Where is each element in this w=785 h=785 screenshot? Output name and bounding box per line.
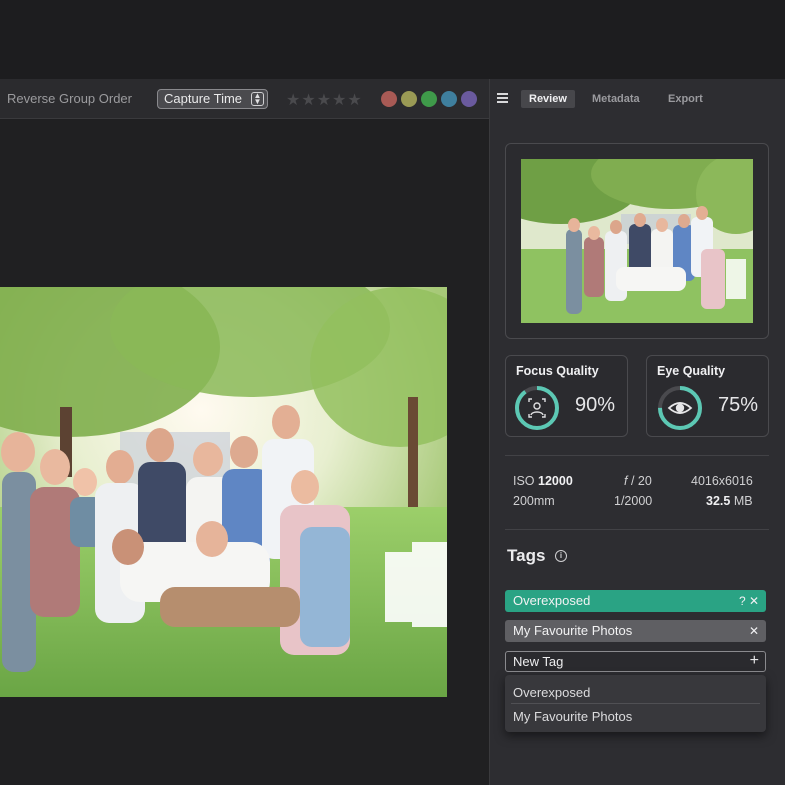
divider xyxy=(505,455,769,456)
chevron-updown-icon: ▲ ▼ xyxy=(251,92,264,106)
eye-quality-title: Eye Quality xyxy=(657,364,726,378)
preview-thumbnail[interactable] xyxy=(521,159,753,323)
iso-readout: ISO 12000 xyxy=(513,474,573,488)
tags-header: Tags xyxy=(507,546,546,565)
eye-quality-ring xyxy=(658,386,702,430)
tab-review[interactable]: Review xyxy=(521,90,575,108)
tag-chip-label: My Favourite Photos xyxy=(513,623,633,638)
eye-icon xyxy=(667,402,693,414)
color-label-red[interactable] xyxy=(381,91,397,107)
sort-select-value: Capture Time xyxy=(164,91,243,106)
info-icon[interactable]: i xyxy=(555,550,567,562)
menu-icon[interactable] xyxy=(497,93,508,103)
new-tag-input[interactable]: New Tag + xyxy=(505,651,766,672)
tab-export[interactable]: Export xyxy=(660,90,711,108)
suggestion-item-overexposed[interactable]: Overexposed xyxy=(513,685,590,700)
aperture-readout: f / 20 xyxy=(624,474,652,488)
iso-label: ISO xyxy=(513,474,535,488)
reverse-group-order-button[interactable]: Reverse Group Order xyxy=(7,91,132,106)
new-tag-input-value: New Tag xyxy=(513,654,564,669)
tag-suggestions-dropdown: Overexposed My Favourite Photos xyxy=(505,675,766,732)
aperture-value: / 20 xyxy=(630,474,652,488)
color-label-purple[interactable] xyxy=(461,91,477,107)
color-label-yellow[interactable] xyxy=(401,91,417,107)
tab-metadata[interactable]: Metadata xyxy=(584,90,648,108)
focus-quality-ring xyxy=(515,386,559,430)
color-label-blue[interactable] xyxy=(441,91,457,107)
tag-chip-overexposed[interactable]: Overexposed ? ✕ xyxy=(505,590,766,612)
focus-quality-value: 90% xyxy=(575,394,616,416)
iso-value: 12000 xyxy=(538,474,573,488)
divider xyxy=(511,703,760,704)
file-size-unit: MB xyxy=(733,494,753,508)
divider xyxy=(505,529,769,530)
focus-quality-title: Focus Quality xyxy=(516,364,599,378)
sort-select[interactable]: Capture Time ▲ ▼ xyxy=(157,89,268,109)
shutter-speed: 1/2000 xyxy=(614,494,653,508)
tag-chip-controls[interactable]: ? ✕ xyxy=(739,590,759,612)
suggestion-item-my-favourite-photos[interactable]: My Favourite Photos xyxy=(513,709,632,724)
eye-quality-card: Eye Quality 75% xyxy=(646,355,769,437)
remove-tag-button[interactable]: ✕ xyxy=(749,620,759,642)
focus-quality-card: Focus Quality 90% xyxy=(505,355,628,437)
file-size-value: 32.5 xyxy=(706,494,731,508)
color-label-green[interactable] xyxy=(421,91,437,107)
tag-chip-label: Overexposed xyxy=(513,593,591,608)
dimensions: 4016x6016 xyxy=(691,474,753,488)
focal-length: 200mm xyxy=(513,494,555,508)
face-focus-icon xyxy=(528,398,546,418)
tag-chip-my-favourite-photos[interactable]: My Favourite Photos ✕ xyxy=(505,620,766,642)
main-photo[interactable] xyxy=(0,287,447,697)
plus-icon[interactable]: + xyxy=(750,651,759,670)
star-rating[interactable]: ★★★★★ xyxy=(286,90,363,110)
aperture-f: f xyxy=(624,474,628,488)
title-bar xyxy=(0,0,785,79)
app-window: Reverse Group Order Capture Time ▲ ▼ ★★★★… xyxy=(0,0,785,785)
eye-quality-value: 75% xyxy=(718,394,759,416)
file-size: 32.5 MB xyxy=(706,494,753,508)
